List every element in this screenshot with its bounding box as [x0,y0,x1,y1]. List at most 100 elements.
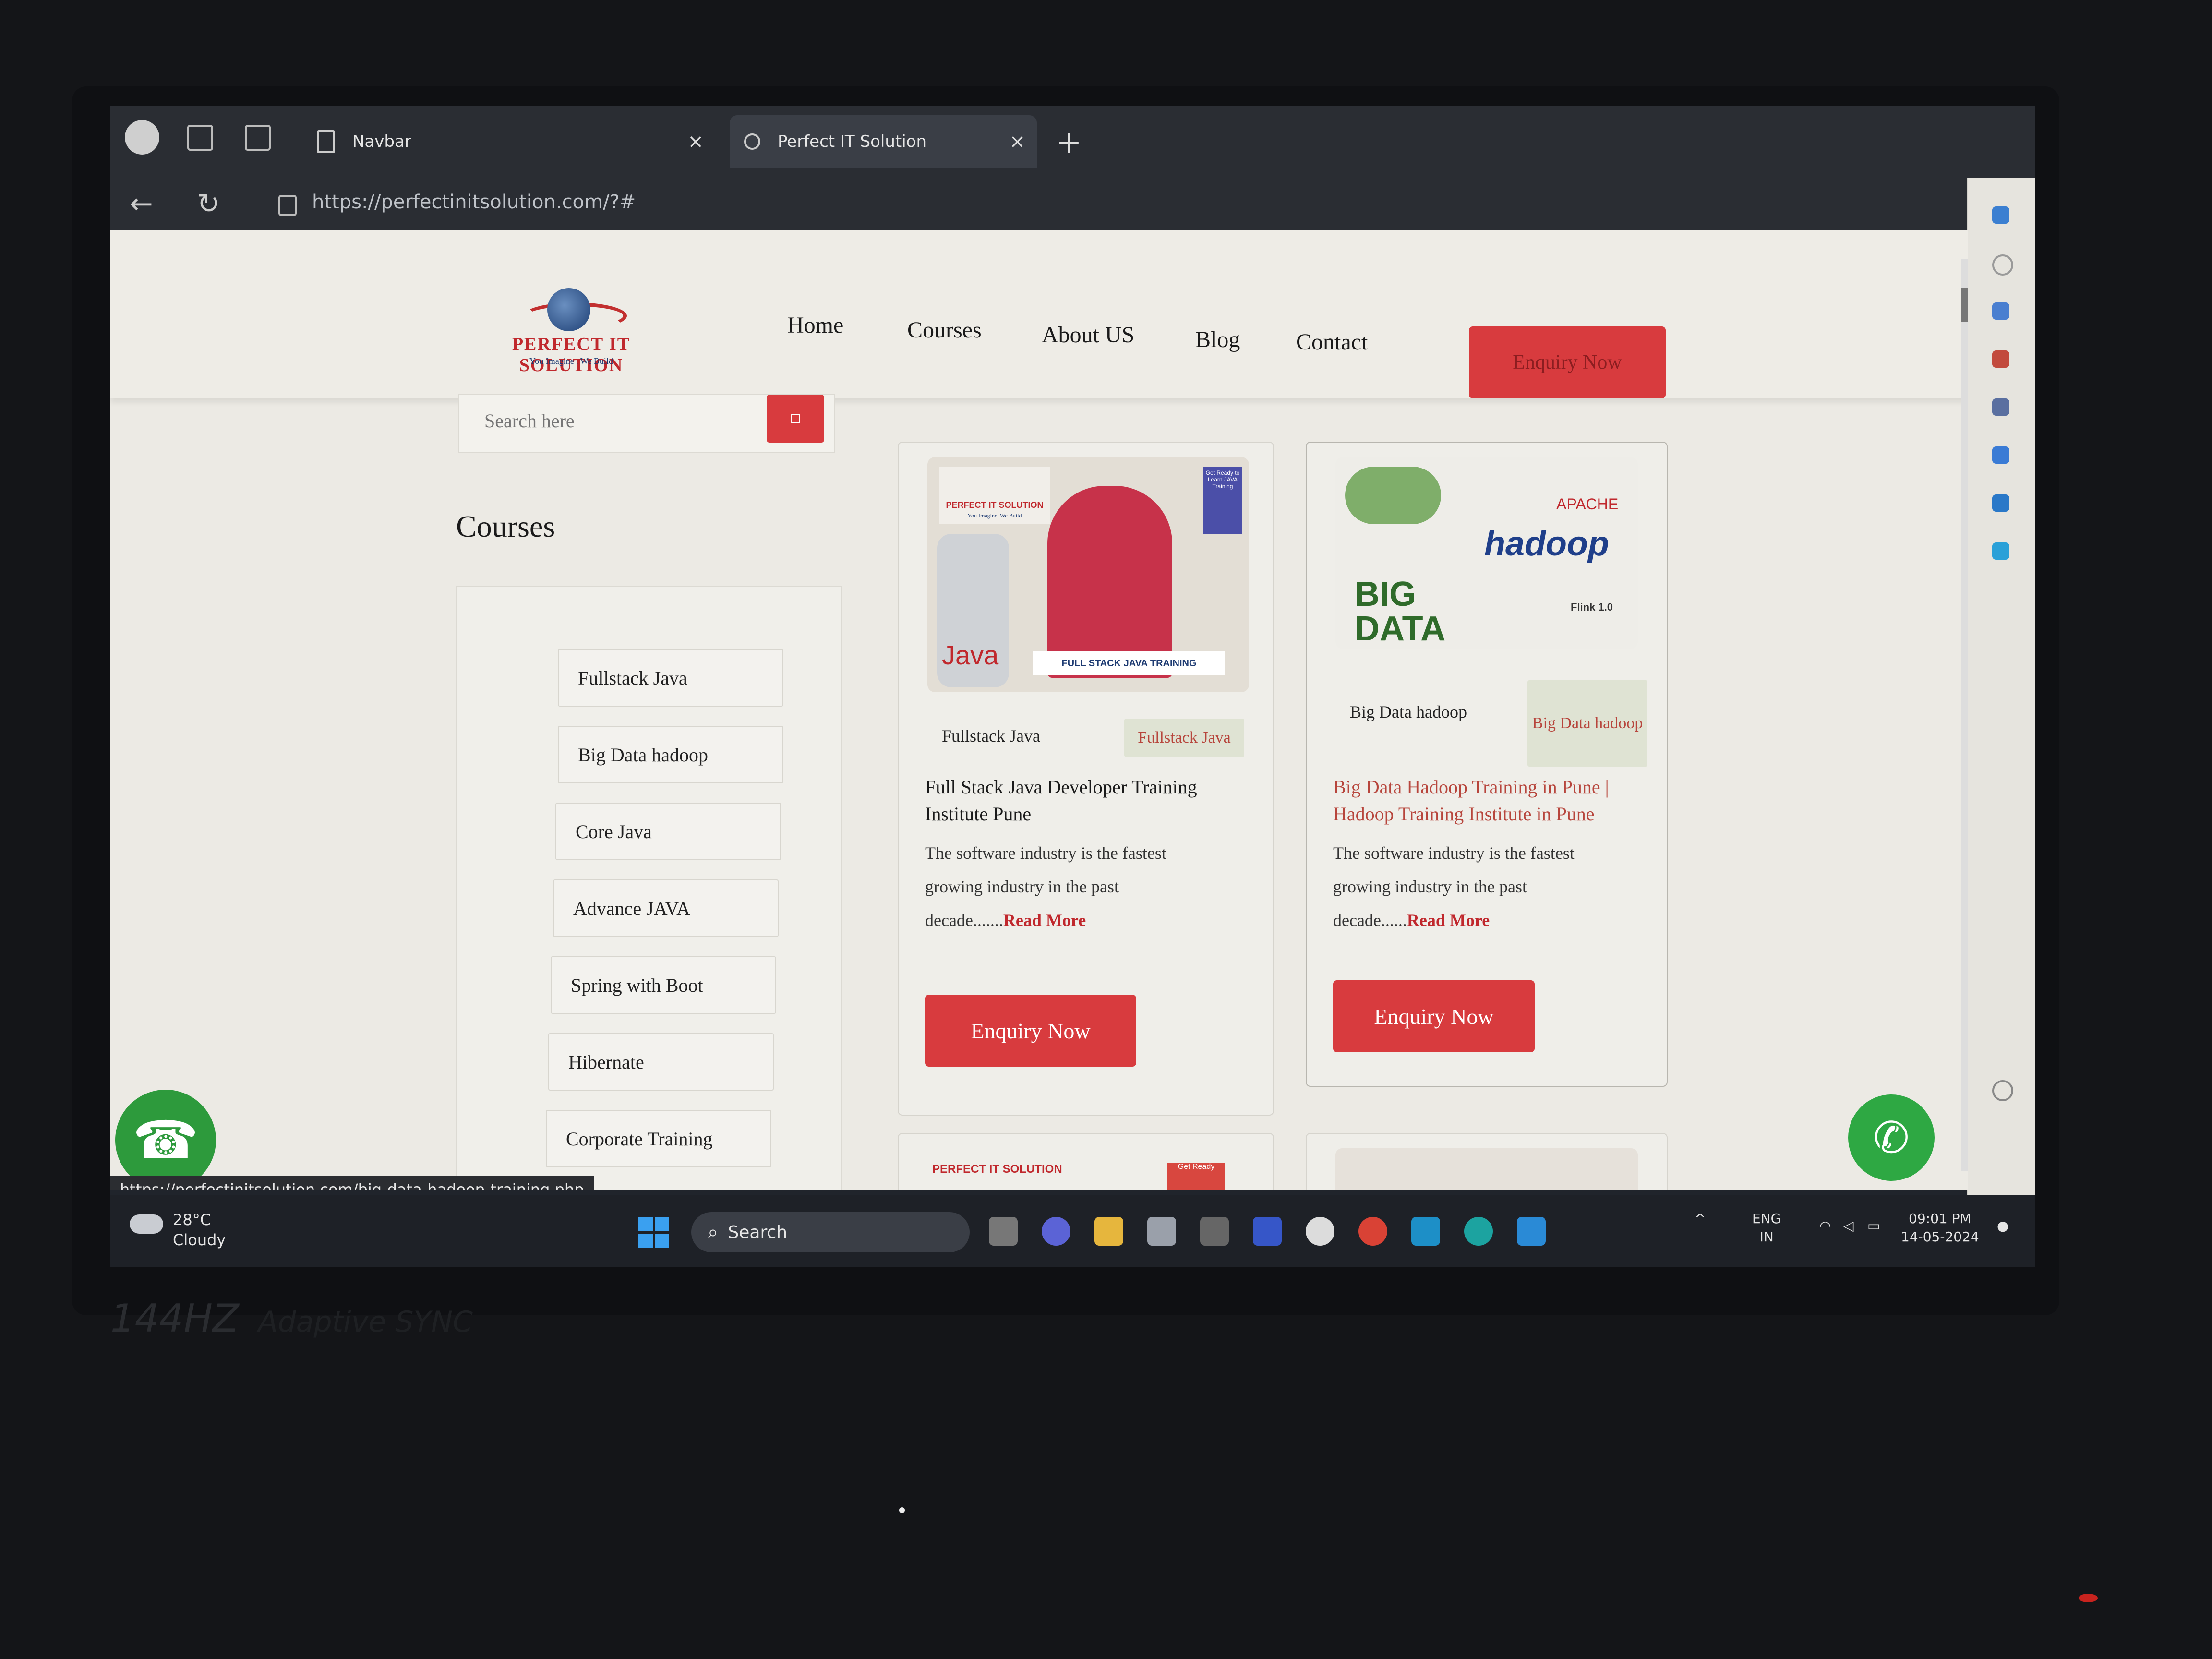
settings-gear-icon[interactable] [1992,1080,2013,1101]
language-code: ENG [1752,1211,1781,1226]
address-bar-row: ← ↻ https://perfectinitsolution.com/?# [110,178,2035,230]
app-icon[interactable] [1411,1217,1440,1246]
card-category-chip[interactable]: Big Data hadoop [1527,680,1647,767]
telegram-icon[interactable] [1992,542,2009,560]
clock[interactable]: 09:01 PM 14-05-2024 [1901,1210,1979,1246]
tab-label: Navbar [352,132,411,151]
scrollbar-thumb[interactable] [1961,288,1968,322]
search-input[interactable] [483,409,725,433]
peek-badge: Get Ready [1167,1163,1225,1190]
profile-avatar[interactable] [125,120,159,155]
card-enquiry-button[interactable]: Enquiry Now [1333,980,1535,1052]
search-icon[interactable] [1992,254,2013,276]
card-description-line: decade....... [925,911,1003,930]
refresh-rate-text: 144HZ [110,1296,239,1341]
course-card-peek: PERFECT IT SOLUTION Get Ready [898,1133,1274,1190]
volume-icon[interactable]: ◁ [1843,1217,1854,1235]
nav-home[interactable]: Home [787,312,843,338]
reload-icon[interactable]: ↻ [197,187,220,220]
weather-widget[interactable]: 28°C Cloudy [173,1210,226,1250]
peek-brand-text: PERFECT IT SOLUTION [932,1163,1062,1176]
back-icon[interactable]: ← [130,187,153,220]
edge-icon[interactable] [1464,1217,1493,1246]
teams-chat-icon[interactable] [1042,1217,1070,1246]
whatsapp-icon: ✆ [1873,1114,1910,1162]
course-item-corporate-training[interactable]: Corporate Training [546,1110,771,1167]
close-tab-icon[interactable]: × [1009,131,1025,153]
windows-taskbar: 28°C Cloudy ⌕ Search ^ ENG IN ◠ ◁ ▭ 09:0… [110,1195,2035,1267]
card-description-line: growing industry in the past [925,877,1119,896]
taskbar-search[interactable]: ⌕ Search [691,1212,970,1252]
page-icon [317,130,335,153]
windows-start-icon[interactable] [638,1217,669,1248]
app-icon[interactable] [1200,1217,1229,1246]
vertical-tabs-icon[interactable] [245,125,271,151]
nav-about-us[interactable]: About US [1042,322,1134,348]
course-card-image[interactable]: BIG DATA APACHE hadoop Flink 1.0 [1335,457,1638,649]
course-search: □ [458,394,835,453]
webcam-led [899,1507,905,1513]
vscode-icon[interactable] [1517,1217,1546,1246]
course-card-image[interactable]: PERFECT IT SOLUTION You Imagine, We Buil… [927,457,1249,692]
course-item-hibernate[interactable]: Hibernate [548,1033,774,1091]
card-enquiry-button[interactable]: Enquiry Now [925,995,1136,1067]
microsoft-365-icon[interactable] [1992,446,2009,464]
site-header: PERFECT IT SOLUTION You Imagine . We Bui… [110,230,1968,398]
laptop-screen: Navbar × Perfect IT Solution × + ← ↻ htt… [110,106,2035,1267]
course-item-advance-java[interactable]: Advance JAVA [553,879,779,937]
card-description: The software industry is the fastest gro… [925,836,1251,937]
course-item-big-data-hadoop[interactable]: Big Data hadoop [558,726,783,783]
copilot-icon[interactable] [1992,206,2009,224]
tools-icon[interactable] [1992,350,2009,368]
course-card-peek [1306,1133,1668,1190]
card-title[interactable]: Full Stack Java Developer Training Insti… [925,774,1251,828]
course-item-fullstack-java[interactable]: Fullstack Java [558,649,783,707]
url-field[interactable]: https://perfectinitsolution.com/?# [312,191,636,213]
nav-courses[interactable]: Courses [907,317,982,343]
course-card-big-data-hadoop: BIG DATA APACHE hadoop Flink 1.0 Big Dat… [1306,442,1668,1087]
weather-condition: Cloudy [173,1231,226,1249]
lock-icon[interactable] [278,195,297,216]
microsoft-store-icon[interactable] [1147,1217,1176,1246]
site-favicon-icon [744,133,760,150]
phone-icon: ☎ [132,1111,199,1170]
browser-sidebar [1967,178,2035,1195]
search-button[interactable]: □ [767,395,824,443]
notification-bell-icon[interactable]: ● [1997,1217,2008,1235]
card-category-chip[interactable]: Fullstack Java [1124,719,1244,757]
shopping-icon[interactable] [1992,302,2009,320]
outlook-icon[interactable] [1992,494,2009,512]
call-button[interactable]: ☎ [115,1090,216,1190]
task-view-icon[interactable] [989,1217,1018,1246]
nav-contact[interactable]: Contact [1296,329,1368,355]
tab-perfect-it-solution[interactable]: Perfect IT Solution × [730,115,1037,168]
new-tab-button[interactable]: + [1056,125,1082,160]
card-category: Big Data hadoop [1350,702,1467,721]
image-brand-text: PERFECT IT SOLUTION [946,500,1044,510]
xbox-icon[interactable] [1306,1217,1334,1246]
site-logo[interactable]: PERFECT IT SOLUTION You Imagine . We Bui… [470,288,672,375]
battery-icon[interactable]: ▭ [1867,1217,1880,1235]
nav-blog[interactable]: Blog [1195,326,1240,353]
close-tab-icon[interactable]: × [687,131,704,153]
app-icon[interactable] [1253,1217,1282,1246]
course-item-core-java[interactable]: Core Java [555,803,781,860]
read-more-link[interactable]: Read More [1407,911,1490,930]
page-scrollbar[interactable] [1961,259,1968,1171]
games-icon[interactable] [1992,398,2009,416]
card-description-line: The software industry is the fastest [925,843,1166,863]
image-caption: FULL STACK JAVA TRAINING [1033,651,1225,675]
tray-expand-icon[interactable]: ^ [1695,1210,1706,1228]
workspaces-icon[interactable] [187,125,213,151]
wifi-icon[interactable]: ◠ [1819,1217,1831,1235]
chrome-icon[interactable] [1358,1217,1387,1246]
read-more-link[interactable]: Read More [1003,911,1086,930]
file-explorer-icon[interactable] [1094,1217,1123,1246]
course-item-spring-with-boot[interactable]: Spring with Boot [551,956,776,1014]
card-description-line: The software industry is the fastest [1333,843,1575,863]
language-indicator[interactable]: ENG IN [1752,1210,1781,1246]
card-title-link[interactable]: Big Data Hadoop Training in Pune | Hadoo… [1333,774,1645,828]
whatsapp-button[interactable]: ✆ [1848,1094,1935,1181]
header-enquiry-button[interactable]: Enquiry Now [1469,326,1666,398]
tab-navbar[interactable]: Navbar × [302,115,715,168]
